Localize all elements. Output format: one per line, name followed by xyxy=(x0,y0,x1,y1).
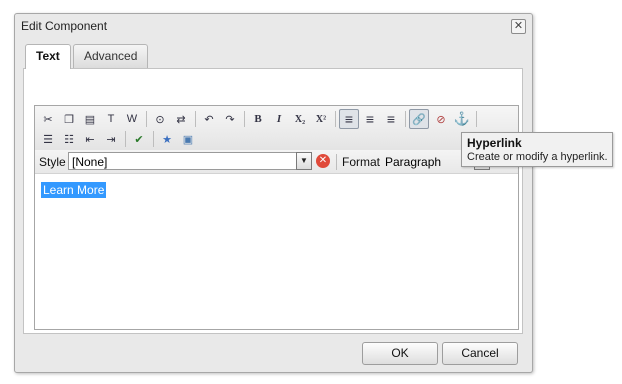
subscript-icon[interactable]: X₂ xyxy=(291,110,309,128)
numbered-list-icon[interactable]: ☷ xyxy=(60,130,78,148)
link-icon[interactable]: 🔗 xyxy=(409,109,429,129)
edit-component-dialog: Edit Component ✕ Text Advanced ✂ ❐ ▤ T W… xyxy=(14,13,533,373)
chevron-down-icon[interactable]: ▼ xyxy=(296,152,312,170)
toolbar-separator xyxy=(244,111,245,127)
paste-word-icon[interactable]: W xyxy=(123,110,141,128)
tab-advanced[interactable]: Advanced xyxy=(73,44,149,68)
bullet-list-icon[interactable]: ☰ xyxy=(39,130,57,148)
clear-style-icon[interactable]: ✕ xyxy=(316,154,330,168)
tooltip-title: Hyperlink xyxy=(467,136,522,150)
dialog-titlebar[interactable]: Edit Component ✕ xyxy=(15,14,532,39)
toolbar-separator xyxy=(125,131,126,147)
dialog-title: Edit Component xyxy=(21,19,108,33)
superscript-icon[interactable]: X² xyxy=(312,110,330,128)
cancel-button[interactable]: Cancel xyxy=(442,342,518,365)
image-icon[interactable]: ▣ xyxy=(179,130,197,148)
bold-icon[interactable]: B xyxy=(249,110,267,128)
toolbar-separator xyxy=(336,154,337,170)
dialog-body: Text Advanced ✂ ❐ ▤ T W ⊙ ⇄ ↶ ↷ B I X₂ X… xyxy=(23,41,523,334)
redo-icon[interactable]: ↷ xyxy=(221,110,239,128)
toolbar-separator xyxy=(476,111,477,127)
align-left-icon[interactable]: ≡ xyxy=(339,109,359,129)
toolbar-separator xyxy=(146,111,147,127)
text-tab-panel: ✂ ❐ ▤ T W ⊙ ⇄ ↶ ↷ B I X₂ X² ≡ ≡ ≡ 🔗 ⊘ ⚓ … xyxy=(23,69,523,334)
close-icon[interactable]: ✕ xyxy=(511,19,526,34)
rich-text-editor: ✂ ❐ ▤ T W ⊙ ⇄ ↶ ↷ B I X₂ X² ≡ ≡ ≡ 🔗 ⊘ ⚓ … xyxy=(34,105,519,330)
tooltip-text: Create or modify a hyperlink. xyxy=(467,151,608,163)
toolbar-separator xyxy=(195,111,196,127)
toolbar-separator xyxy=(153,131,154,147)
style-format-bar: Style [None] ▼ ✕ Format Paragraph ▼ xyxy=(35,150,518,174)
replace-icon[interactable]: ⇄ xyxy=(172,110,190,128)
align-center-icon[interactable]: ≡ xyxy=(361,110,379,128)
style-label: Style xyxy=(39,155,66,169)
toolbar-separator xyxy=(335,111,336,127)
anchor-icon[interactable]: ⚓ xyxy=(453,110,471,128)
format-label: Format xyxy=(342,155,381,169)
unlink-icon[interactable]: ⊘ xyxy=(432,110,450,128)
editor-content-area[interactable]: Learn More xyxy=(35,174,518,329)
spellcheck-icon[interactable]: ✔ xyxy=(130,130,148,148)
paste-plain-icon[interactable]: T xyxy=(102,110,120,128)
undo-icon[interactable]: ↶ xyxy=(200,110,218,128)
tab-strip: Text Advanced xyxy=(23,41,523,69)
editor-toolbar: ✂ ❐ ▤ T W ⊙ ⇄ ↶ ↷ B I X₂ X² ≡ ≡ ≡ 🔗 ⊘ ⚓ … xyxy=(35,106,518,151)
special-chars-icon[interactable]: ★ xyxy=(158,130,176,148)
cut-icon[interactable]: ✂ xyxy=(39,110,57,128)
ok-button[interactable]: OK xyxy=(362,342,438,365)
paste-icon[interactable]: ▤ xyxy=(81,110,99,128)
selected-link-text[interactable]: Learn More xyxy=(41,182,107,198)
copy-icon[interactable]: ❐ xyxy=(60,110,78,128)
hyperlink-tooltip: Hyperlink Create or modify a hyperlink. xyxy=(461,132,613,167)
align-right-icon[interactable]: ≡ xyxy=(382,110,400,128)
italic-icon[interactable]: I xyxy=(270,110,288,128)
style-select[interactable]: [None] xyxy=(68,152,312,170)
toolbar-separator xyxy=(405,111,406,127)
tab-text[interactable]: Text xyxy=(25,44,71,69)
find-icon[interactable]: ⊙ xyxy=(151,110,169,128)
indent-icon[interactable]: ⇥ xyxy=(102,130,120,148)
outdent-icon[interactable]: ⇤ xyxy=(81,130,99,148)
